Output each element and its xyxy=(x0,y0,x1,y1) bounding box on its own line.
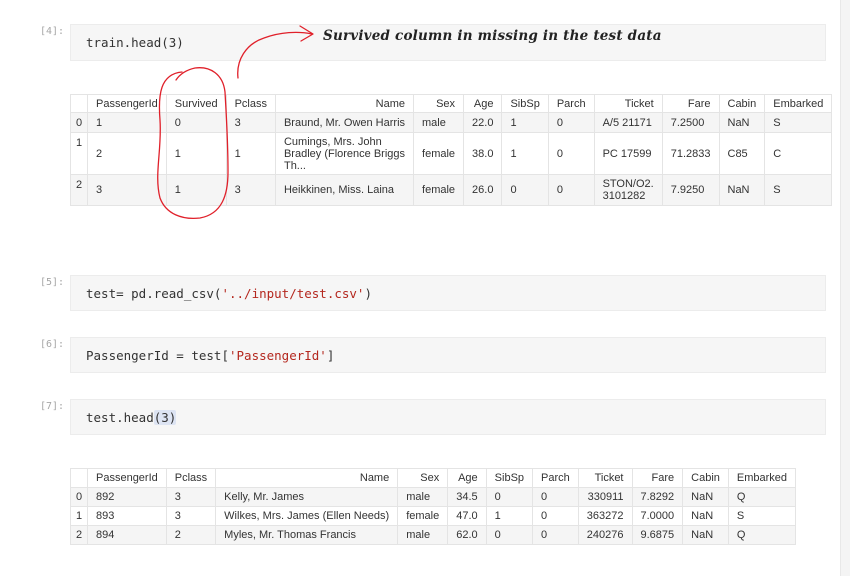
test-dataframe: PassengerId Pclass Name Sex Age SibSp Pa… xyxy=(70,468,797,545)
column-header: Cabin xyxy=(682,468,729,488)
column-header: Parch xyxy=(532,468,579,488)
table-cell: 7.0000 xyxy=(631,506,684,526)
column-header: Ticket xyxy=(577,468,633,488)
column-header: Embarked xyxy=(727,468,797,488)
column-header: Sex xyxy=(397,468,449,488)
table-cell: Wilkes, Mrs. James (Ellen Needs) xyxy=(215,506,399,526)
table-cell: male xyxy=(397,525,449,545)
code-string: '../input/test.csv' xyxy=(221,285,365,301)
code-text: PassengerId = test[ xyxy=(86,347,229,363)
code-text: ) xyxy=(364,285,372,301)
table-cell: 240276 xyxy=(577,525,633,545)
table-header-row: PassengerId Pclass Name Sex Age SibSp Pa… xyxy=(70,468,797,488)
index-header xyxy=(70,468,88,488)
code-cell-6[interactable]: PassengerId = test['PassengerId'] xyxy=(70,337,826,373)
table-cell: 0 xyxy=(532,487,579,507)
table-cell: 363272 xyxy=(577,506,633,526)
row-index: 2 xyxy=(70,525,88,545)
table-cell: 0 xyxy=(485,525,534,545)
table-cell: Q xyxy=(727,487,797,507)
code-cell-5[interactable]: test= pd.read_csv('../input/test.csv') xyxy=(70,275,826,311)
cell-prompt-6: [6]: xyxy=(40,339,65,350)
matched-paren-highlight: (3) xyxy=(153,409,177,425)
vertical-scrollbar[interactable] xyxy=(840,0,850,576)
table-cell: NaN xyxy=(682,506,729,526)
cell-prompt-7: [7]: xyxy=(40,401,65,412)
column-header: Fare xyxy=(631,468,684,488)
table-cell: Kelly, Mr. James xyxy=(215,487,399,507)
table-cell: 0 xyxy=(532,506,579,526)
table-cell: NaN xyxy=(682,525,729,545)
row-index: 0 xyxy=(70,487,88,507)
table-cell: 2 xyxy=(165,525,217,545)
table-cell: 9.6875 xyxy=(631,525,684,545)
table-cell: 894 xyxy=(87,525,167,545)
table-cell: 893 xyxy=(87,506,167,526)
table-row: 1 893 3 Wilkes, Mrs. James (Ellen Needs)… xyxy=(70,506,797,526)
table-cell: 892 xyxy=(87,487,167,507)
table-cell: 47.0 xyxy=(447,506,487,526)
table-row: 2 894 2 Myles, Mr. Thomas Francis male 6… xyxy=(70,525,797,545)
table-cell: 0 xyxy=(485,487,534,507)
table-cell: 0 xyxy=(532,525,579,545)
table-cell: 7.8292 xyxy=(631,487,684,507)
column-header: PassengerId xyxy=(87,468,167,488)
table-cell: NaN xyxy=(682,487,729,507)
code-string: 'PassengerId' xyxy=(229,347,327,363)
table-cell: Myles, Mr. Thomas Francis xyxy=(215,525,399,545)
table-cell: male xyxy=(397,487,449,507)
column-header: Name xyxy=(215,468,399,488)
table-cell: 3 xyxy=(165,487,217,507)
cell-prompt-5: [5]: xyxy=(40,277,65,288)
table-cell: S xyxy=(727,506,797,526)
table-cell: Q xyxy=(727,525,797,545)
table-cell: 330911 xyxy=(577,487,633,507)
table-row: 0 892 3 Kelly, Mr. James male 34.5 0 0 3… xyxy=(70,487,797,507)
survived-column-circle xyxy=(157,67,229,220)
table-cell: female xyxy=(397,506,449,526)
table-cell: 62.0 xyxy=(447,525,487,545)
table-cell: 34.5 xyxy=(447,487,487,507)
code-text: ] xyxy=(326,347,335,363)
table-cell: 1 xyxy=(485,506,534,526)
row-index: 1 xyxy=(70,506,88,526)
code-text: test.head xyxy=(86,409,154,425)
code-text: test= pd.read_csv( xyxy=(86,285,222,301)
column-header: SibSp xyxy=(485,468,534,488)
column-header: Pclass xyxy=(165,468,217,488)
code-cell-7[interactable]: test.head (3) xyxy=(70,399,826,435)
table-cell: 3 xyxy=(165,506,217,526)
column-header: Age xyxy=(447,468,487,488)
annotation-arrow xyxy=(237,31,313,79)
